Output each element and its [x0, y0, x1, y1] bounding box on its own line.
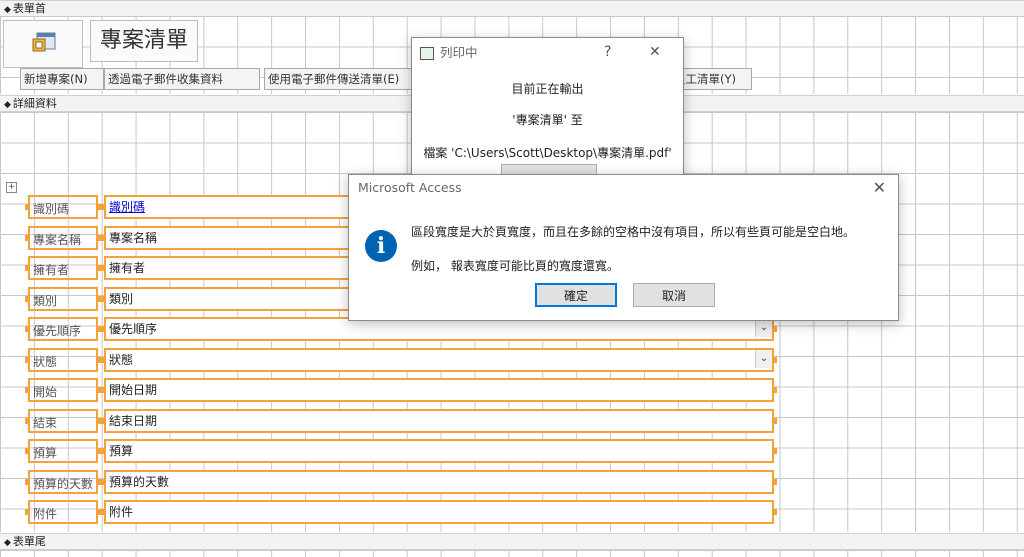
field-textbox[interactable]: 結束日期	[104, 409, 774, 433]
new-project-button[interactable]: 新增專案(N)	[20, 68, 104, 90]
field-textbox[interactable]: 預算	[104, 439, 774, 463]
resize-handle[interactable]	[773, 326, 777, 332]
ok-button[interactable]: 確定	[535, 283, 617, 307]
resize-handle[interactable]	[100, 326, 104, 332]
field-label[interactable]: 專案名稱	[28, 226, 98, 250]
field-label[interactable]: 開始	[28, 378, 98, 402]
field-label[interactable]: 優先順序	[28, 317, 98, 341]
field-textbox[interactable]: 狀態	[104, 348, 774, 372]
resize-handle[interactable]	[25, 448, 29, 454]
resize-handle[interactable]	[100, 265, 104, 271]
print-dialog-title: 列印中	[440, 45, 478, 60]
field-label[interactable]: 類別	[28, 287, 98, 311]
field-label[interactable]: 預算	[28, 439, 98, 463]
section-marker-icon: ◆	[4, 100, 11, 110]
resize-handle[interactable]	[25, 418, 29, 424]
field-label[interactable]: 預算的天數	[28, 470, 98, 494]
field-label[interactable]: 結束	[28, 409, 98, 433]
field-textbox[interactable]: 附件	[104, 500, 774, 524]
field-textbox[interactable]: 預算的天數	[104, 470, 774, 494]
resize-handle[interactable]	[100, 509, 104, 515]
resize-handle[interactable]	[25, 479, 29, 485]
resize-handle[interactable]	[25, 265, 29, 271]
resize-handle[interactable]	[773, 357, 777, 363]
resize-handle[interactable]	[25, 387, 29, 393]
resize-handle[interactable]	[25, 357, 29, 363]
field-label[interactable]: 擁有者	[28, 256, 98, 280]
resize-handle[interactable]	[100, 296, 104, 302]
info-icon: i	[365, 230, 397, 262]
field-label[interactable]: 識別碼	[28, 195, 98, 219]
resize-handle[interactable]	[100, 357, 104, 363]
form-header-bar[interactable]: ◆ 表單首	[0, 0, 1024, 17]
close-icon[interactable]: ✕	[873, 178, 886, 197]
form-header-label: 表單首	[12, 2, 46, 15]
print-status-line2: '專案清單' 至	[512, 113, 583, 127]
form-logo	[3, 20, 83, 68]
footer-label: 表單尾	[12, 535, 46, 548]
section-marker-icon: ◆	[4, 5, 11, 15]
cancel-button[interactable]: 取消	[633, 283, 715, 307]
footer-grid	[0, 550, 1024, 557]
message-box-title: Microsoft Access	[358, 180, 462, 195]
help-icon[interactable]: ?	[604, 44, 611, 60]
print-status-line1: 目前正在輸出	[511, 82, 584, 96]
form-title[interactable]: 專案清單	[90, 20, 198, 62]
resize-handle[interactable]	[25, 296, 29, 302]
resize-handle[interactable]	[25, 235, 29, 241]
resize-handle[interactable]	[773, 509, 777, 515]
form-logo-icon	[32, 32, 56, 52]
resize-handle[interactable]	[773, 418, 777, 424]
footer-bar[interactable]: ◆ 表單尾	[0, 533, 1024, 550]
expand-icon[interactable]: +	[6, 182, 17, 193]
chevron-down-icon[interactable]: ⌄	[755, 350, 772, 368]
resize-handle[interactable]	[100, 479, 104, 485]
resize-handle[interactable]	[25, 204, 29, 210]
collect-email-data-button[interactable]: 透過電子郵件收集資料	[104, 68, 260, 90]
access-message-box: Microsoft Access ✕ i 區段寬度是大於頁寬度，而且在多餘的空格…	[348, 174, 899, 321]
section-marker-icon: ◆	[4, 538, 11, 548]
print-dialog: 列印中 ? ✕ 目前正在輸出 '專案清單' 至 檔案 'C:\Users\Sco…	[411, 37, 684, 179]
resize-handle[interactable]	[100, 448, 104, 454]
resize-handle[interactable]	[100, 387, 104, 393]
chevron-down-icon[interactable]: ⌄	[755, 319, 772, 337]
close-icon[interactable]: ✕	[649, 44, 661, 60]
resize-handle[interactable]	[100, 204, 104, 210]
field-textbox[interactable]: 開始日期	[104, 378, 774, 402]
message-line2: 例如， 報表寬度可能比頁的寬度還寬。	[411, 259, 619, 273]
resize-handle[interactable]	[100, 418, 104, 424]
resize-handle[interactable]	[773, 479, 777, 485]
message-line1: 區段寬度是大於頁寬度，而且在多餘的空格中沒有項目，所以有些頁可能是空白地。	[411, 225, 856, 239]
resize-handle[interactable]	[25, 509, 29, 515]
field-label[interactable]: 附件	[28, 500, 98, 524]
resize-handle[interactable]	[773, 387, 777, 393]
resize-handle[interactable]	[100, 235, 104, 241]
field-label[interactable]: 狀態	[28, 348, 98, 372]
resize-handle[interactable]	[773, 448, 777, 454]
detail-label: 詳細資料	[12, 97, 57, 110]
email-list-button[interactable]: 使用電子郵件傳送清單(E)	[264, 68, 418, 90]
print-status-line3: 檔案 'C:\Users\Scott\Desktop\專案清單.pdf'	[423, 146, 672, 160]
resize-handle[interactable]	[25, 326, 29, 332]
